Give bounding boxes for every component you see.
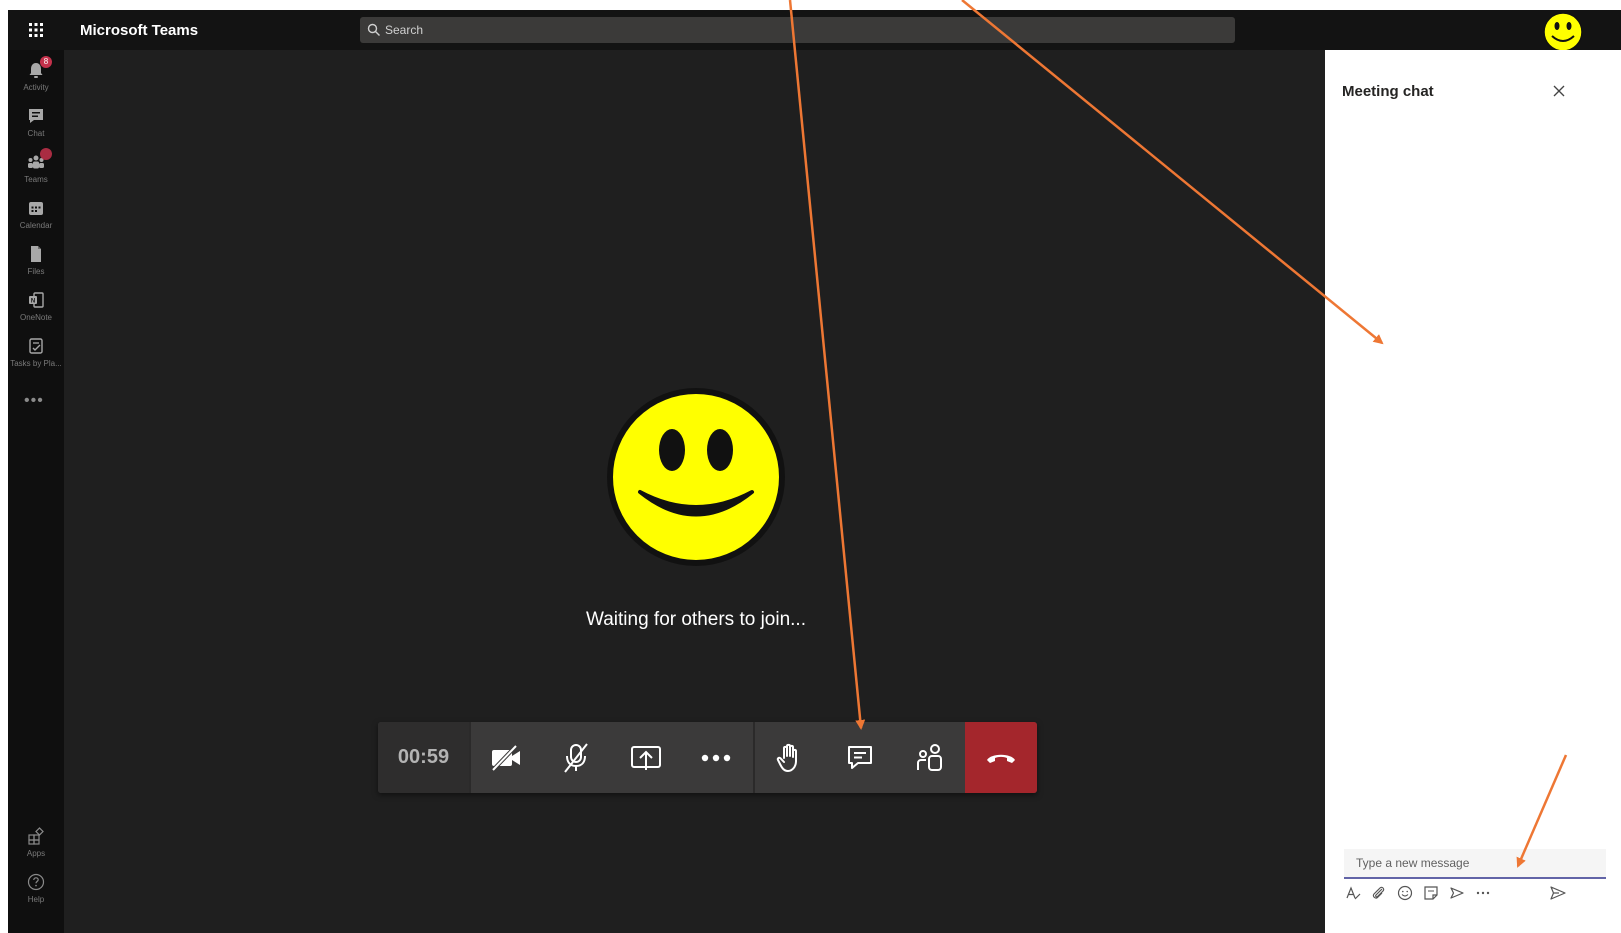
raise-hand-icon — [776, 743, 797, 772]
rail-item-calendar[interactable]: Calendar — [8, 194, 64, 238]
format-icon[interactable] — [1344, 884, 1362, 902]
praise-icon[interactable] — [1448, 884, 1466, 902]
apps-icon — [28, 827, 44, 845]
top-bar: Microsoft Teams — [8, 10, 1621, 52]
attach-icon[interactable] — [1370, 884, 1388, 902]
rail-item-activity[interactable]: 8 Activity — [8, 56, 64, 100]
rail-label: Files — [27, 267, 45, 276]
onenote-icon: N — [29, 292, 44, 308]
more-actions-icon — [701, 754, 731, 761]
rail-item-teams[interactable]: Teams — [8, 148, 64, 192]
rail-label: Activity — [23, 83, 49, 92]
rail-label: Apps — [26, 849, 46, 858]
raise-hand-button[interactable] — [755, 722, 825, 793]
rail-item-files[interactable]: Files — [8, 240, 64, 284]
share-content-button[interactable] — [611, 722, 681, 793]
mic-muted-icon — [564, 742, 588, 773]
search-input[interactable] — [385, 17, 1225, 43]
chat-icon — [848, 745, 872, 769]
rail-item-tasks[interactable]: Tasks by Pla... — [8, 332, 64, 376]
participant-avatar-smiley — [607, 388, 785, 566]
rail-label: OneNote — [19, 313, 53, 322]
waiting-message: Waiting for others to join... — [585, 609, 806, 630]
camera-off-icon — [491, 744, 520, 771]
svg-text:N: N — [31, 299, 35, 305]
calendar-icon — [29, 202, 43, 215]
participants-icon — [917, 743, 942, 771]
app-rail: 8 Activity Chat Teams Calendar Files N O… — [8, 50, 64, 933]
message-compose-box[interactable] — [1344, 849, 1606, 879]
rail-item-help[interactable]: Help — [8, 868, 64, 912]
rail-item-onenote[interactable]: N OneNote — [8, 286, 64, 330]
emoji-icon[interactable] — [1396, 884, 1414, 902]
chat-panel-title: Meeting chat — [1342, 83, 1434, 100]
rail-label: Tasks by Pla... — [10, 359, 62, 368]
rail-label: Calendar — [19, 221, 53, 230]
file-icon — [31, 246, 41, 262]
teams-window: Microsoft Teams 8 Activity — [8, 10, 1621, 933]
more-options-icon[interactable] — [1474, 884, 1492, 902]
message-input[interactable] — [1356, 849, 1596, 877]
rail-item-chat[interactable]: Chat — [8, 102, 64, 146]
teams-badge-dot — [40, 148, 52, 160]
search-icon — [367, 23, 380, 36]
show-participants-button[interactable] — [895, 722, 965, 793]
meeting-stage: Waiting for others to join... 00:59 — [64, 50, 1325, 933]
meeting-chat-panel: Meeting chat — [1325, 50, 1621, 933]
send-icon[interactable] — [1549, 884, 1567, 902]
more-apps-button[interactable]: ••• — [24, 392, 44, 410]
rail-label: Help — [27, 895, 45, 904]
activity-badge: 8 — [40, 56, 52, 68]
sticker-icon[interactable] — [1422, 884, 1440, 902]
app-title: Microsoft Teams — [80, 22, 199, 39]
more-actions-button[interactable] — [681, 722, 751, 793]
share-tray-icon — [631, 745, 661, 770]
chat-bubble-icon — [29, 109, 43, 123]
camera-toggle-button[interactable] — [471, 722, 541, 793]
user-avatar[interactable] — [1543, 12, 1583, 52]
rail-label: Chat — [27, 129, 45, 138]
hang-up-icon — [987, 754, 1015, 763]
mic-toggle-button[interactable] — [541, 722, 611, 793]
tasks-icon — [29, 338, 43, 354]
show-chat-button[interactable] — [825, 722, 895, 793]
rail-label: Teams — [24, 175, 48, 184]
close-icon[interactable] — [1550, 82, 1568, 100]
meeting-controls-bar: 00:59 — [378, 722, 1037, 793]
hang-up-button[interactable] — [965, 722, 1037, 793]
help-icon — [27, 873, 45, 891]
search-bar[interactable] — [360, 17, 1235, 43]
call-timer: 00:59 — [378, 722, 469, 793]
rail-item-apps[interactable]: Apps — [8, 822, 64, 866]
app-launcher-icon[interactable] — [26, 20, 46, 40]
